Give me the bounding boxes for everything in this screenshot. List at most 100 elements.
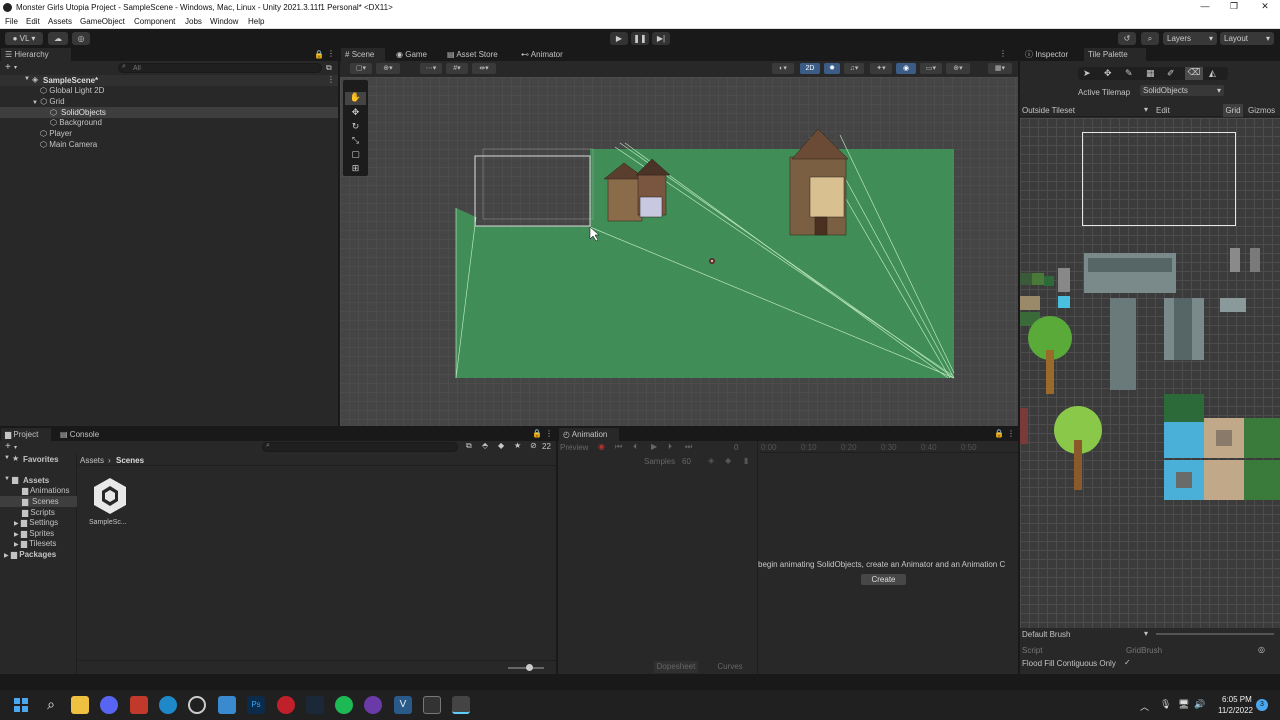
draw-mode-icon[interactable]: ▢▾ [350,63,372,74]
brush-dropdown[interactable]: Default Brush [1022,630,1070,639]
add-event-icon[interactable]: ◆ [725,456,731,465]
picker-tool-icon[interactable]: ✐ [1167,68,1175,79]
grid-snap-icon[interactable]: #▾ [446,63,468,74]
pause-button[interactable]: ❚❚ [631,32,649,45]
add-dropdown-icon[interactable]: ▾ [14,64,17,71]
chevron-down-icon[interactable]: ▾ [1144,105,1148,114]
effects-icon[interactable]: ✦▾ [870,63,892,74]
breadcrumb-assets[interactable]: Assets [80,456,104,465]
favorite-icon[interactable]: ★ [514,441,521,450]
hidden-packages-icon[interactable]: ⊘ [530,441,537,450]
hierarchy-scene-row[interactable]: ▼ ◈ SampleScene* ⋮ [0,75,338,86]
discord-icon[interactable] [100,696,118,714]
prev-key-icon[interactable]: ⏴ [633,442,637,452]
hierarchy-item-grid[interactable]: ▼ ⬡ Grid [32,97,65,106]
increment-icon[interactable]: ⇹▾ [472,63,496,74]
lock-icon[interactable]: 🔒 [314,50,324,59]
box-fill-tool-icon[interactable]: ▦ [1146,68,1155,79]
samples-field[interactable]: 60 [682,457,691,466]
minimize-button[interactable]: — [1190,1,1220,14]
tab-asset-store[interactable]: ▤ Asset Store [443,48,509,61]
palette-grid[interactable] [1020,118,1280,628]
scene-viewport[interactable]: ✋ ✥ ↻ ⤡ ▢ ⊞ [340,77,1018,426]
palette-dropdown[interactable]: Outside Tileset [1022,106,1075,115]
search-icon[interactable]: ⌕ [1141,32,1159,45]
collapse-arrow-icon[interactable]: ▶ [4,553,9,559]
tab-hierarchy[interactable]: ☰ Hierarchy [1,48,71,61]
cloud-icon[interactable]: ☁ [48,32,68,45]
chevron-down-icon[interactable]: ▾ [1144,629,1148,638]
menu-gameobject[interactable]: GameObject [80,17,125,26]
edge-icon[interactable] [159,696,177,714]
visibility-icon[interactable]: ◉ [896,63,916,74]
tab-inspector[interactable]: ⓘ Inspector [1021,48,1081,61]
collapse-arrow-icon[interactable]: ▶ [14,521,19,527]
create-animation-button[interactable]: Create [861,574,906,585]
tray-arrow-icon[interactable]: ︿ [1140,700,1149,713]
clock-time[interactable]: 6:05 PM [1222,695,1252,704]
collab-icon[interactable]: ◎ [72,32,90,45]
tab-console[interactable]: ▤ Console [56,428,108,441]
move-tool-icon[interactable]: ✥ [1104,68,1112,79]
volume-icon[interactable]: 🔊 [1194,699,1205,710]
network-icon[interactable]: 🖥 [1178,699,1189,710]
notification-badge[interactable]: 3 [1256,699,1268,711]
menu-window[interactable]: Window [210,17,238,26]
menu-assets[interactable]: Assets [48,17,72,26]
more-icon[interactable]: ⋮ [999,49,1007,58]
folder-scenes[interactable]: ▆ Scenes [0,496,77,507]
vscode-icon[interactable]: V [394,696,412,714]
breadcrumb-scenes[interactable]: Scenes [116,456,144,465]
scene-more-icon[interactable]: ⋮ [327,75,335,84]
palette-edit-button[interactable]: Edit [1156,106,1170,115]
recording-icon[interactable] [277,696,295,714]
record-icon[interactable]: ◉ [598,442,605,451]
next-key-icon[interactable]: ⏵ [668,442,672,452]
menu-help[interactable]: Help [248,17,264,26]
menu-file[interactable]: File [5,17,18,26]
add-dropdown-icon[interactable]: ▾ [14,444,17,451]
audio-icon[interactable]: ♫▾ [844,63,864,74]
more-icon[interactable]: ⋮ [1007,429,1015,438]
lighting-icon[interactable]: ✹ [824,63,840,74]
filter-label-icon[interactable]: ⬘ [482,441,488,450]
gizmos-toggle-icon[interactable]: ⊕▾ [946,63,970,74]
gizmo-icon[interactable]: ⊕▾ [376,63,400,74]
chrome-icon[interactable] [188,696,206,714]
maximize-button[interactable]: ❐ [1219,1,1249,14]
dopesheet-tab[interactable]: Dopesheet [654,661,698,673]
menu-component[interactable]: Component [134,17,175,26]
flood-fill-checkbox[interactable]: ✓ [1124,658,1131,667]
search-icon[interactable]: ⌕ [42,696,60,714]
folder-scripts[interactable]: ▆ Scripts [22,508,55,517]
mode-2d-button[interactable]: 2D [800,63,820,74]
collapse-arrow-icon[interactable]: ▶ [14,532,19,538]
close-button[interactable]: ✕ [1250,1,1280,14]
hierarchy-item-global-light[interactable]: ⬡ Global Light 2D [40,86,104,95]
packages-folder[interactable]: ▶ ▆ Packages [4,550,56,559]
fill-tool-icon[interactable]: ◭ [1209,68,1216,79]
clock-date[interactable]: 11/2/2022 [1218,706,1253,715]
photos-icon[interactable] [218,696,236,714]
overlay-icon[interactable]: ▦▾ [988,63,1012,74]
curves-tab[interactable]: Curves [708,661,752,673]
layers-dropdown[interactable]: Layers ▾ [1163,32,1217,45]
file-explorer-icon[interactable] [71,696,89,714]
history-icon[interactable]: ↺ [1118,32,1136,45]
menu-edit[interactable]: Edit [26,17,40,26]
gizmos-toggle[interactable]: Gizmos [1248,106,1275,115]
spotify-icon[interactable] [335,696,353,714]
collapse-arrow-icon[interactable]: ▶ [14,542,19,548]
unity-hub-icon[interactable] [423,696,441,714]
expand-arrow-icon[interactable]: ▼ [4,476,10,482]
expand-arrow-icon[interactable]: ▼ [4,455,10,461]
frame-field[interactable]: 0 [734,443,738,452]
event-icon[interactable]: ▮ [744,456,748,465]
hierarchy-item-main-camera[interactable]: ⬡ Main Camera [40,140,97,149]
lock-icon[interactable]: 🔒 [994,429,1004,438]
unity-editor-icon[interactable] [452,696,470,714]
media-app-icon[interactable] [130,696,148,714]
camera-icon[interactable]: ▭▾ [920,63,942,74]
expand-arrow-icon[interactable]: ▼ [24,76,30,82]
more-icon[interactable]: ⋮ [327,49,335,58]
